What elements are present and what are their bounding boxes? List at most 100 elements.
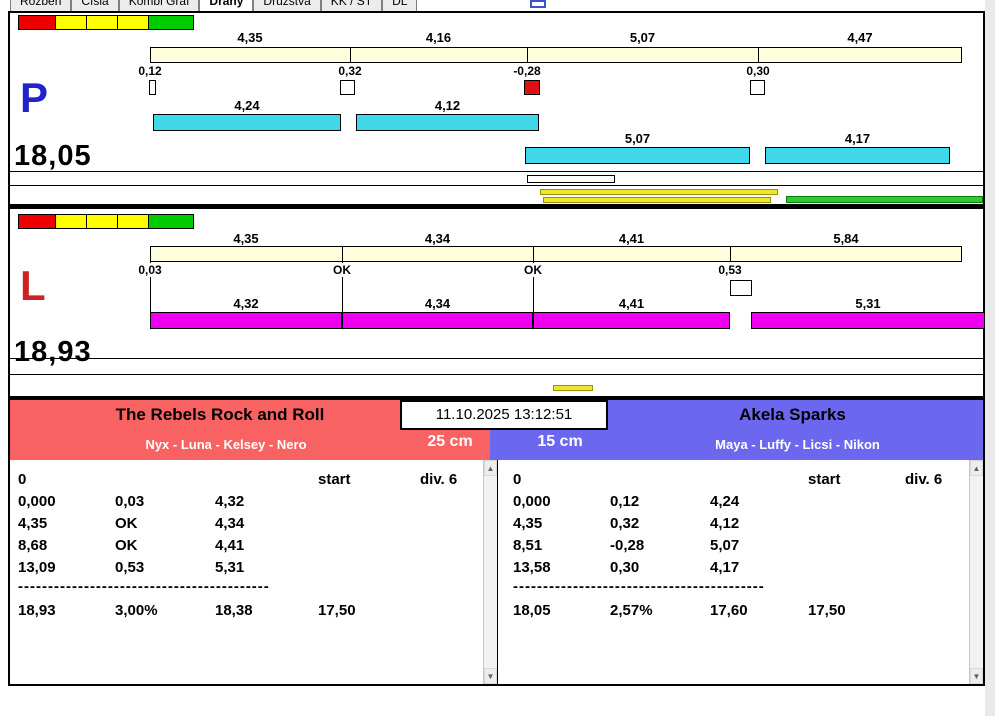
table-cell: 0,53 xyxy=(115,559,145,576)
table-cell: 0,000 xyxy=(513,493,551,510)
team-left-category: 25 cm xyxy=(427,433,473,450)
change-box xyxy=(750,80,765,95)
table-cell: 0,03 xyxy=(115,493,145,510)
reference-time-bar xyxy=(150,47,962,63)
split-time-label: 5,84 xyxy=(833,231,859,246)
delta-label: 0,12 xyxy=(120,64,180,78)
table-cell: 0 xyxy=(513,471,522,488)
status-light-yellow-2 xyxy=(86,214,118,229)
lane-panel-p: 4,35 4,16 5,07 4,47 0,12 0,32 -0,28 0,30… xyxy=(8,11,985,206)
table-cell: 4,32 xyxy=(215,493,245,510)
delta-label: 0,03 xyxy=(120,263,180,277)
split-time-label: 5,07 xyxy=(624,131,651,146)
split-bar-magenta-4 xyxy=(751,312,985,329)
lane-letter-p: P xyxy=(20,74,49,121)
table-cell: 0,32 xyxy=(610,515,640,532)
team-right-name: Akela Sparks xyxy=(739,405,846,424)
bar-divider xyxy=(350,47,351,63)
tab-bar: Rozbeh Čísla Kombi Graf Dráhy Družstva K… xyxy=(8,0,958,11)
split-time-label: 4,35 xyxy=(233,231,259,246)
scroll-up-icon[interactable]: ▲ xyxy=(970,460,983,476)
table-total-cell: 2,57% xyxy=(610,602,653,619)
team-left-name: The Rebels Rock and Roll xyxy=(115,405,325,424)
reference-time-bar xyxy=(150,246,962,262)
change-box xyxy=(149,80,156,95)
table-cell: 4,35 xyxy=(18,515,48,532)
status-light-yellow-1 xyxy=(55,15,87,30)
table-cell: 0,000 xyxy=(18,493,56,510)
delta-label: 0,32 xyxy=(320,64,380,78)
table-cell: 4,24 xyxy=(710,493,740,510)
status-light-green xyxy=(148,15,194,30)
table-cell: 13,58 xyxy=(513,559,551,576)
split-bar-cyan-1 xyxy=(153,114,341,131)
split-time-label: 4,24 xyxy=(234,98,260,113)
delta-label: OK xyxy=(312,263,372,277)
scrollbar[interactable]: ▲ ▼ xyxy=(483,460,497,684)
split-time-label: 4,16 xyxy=(425,30,452,45)
split-time-label: 4,47 xyxy=(847,30,873,45)
status-light-yellow-2 xyxy=(86,15,118,30)
bar-divider xyxy=(342,246,343,262)
table-cell: 0 xyxy=(18,471,27,488)
tab-dl[interactable]: DL xyxy=(382,0,418,11)
table-cell: OK xyxy=(115,515,138,532)
split-time-label: 5,07 xyxy=(629,30,656,45)
tab-druzstva[interactable]: Družstva xyxy=(253,0,321,11)
progress-bar-yellow-1 xyxy=(540,189,778,195)
table-cell: 4,17 xyxy=(710,559,740,576)
table-total-cell: 17,50 xyxy=(808,602,846,619)
split-time-label: 4,34 xyxy=(424,231,451,246)
table-cell: 13,09 xyxy=(18,559,56,576)
split-time-label: 4,41 xyxy=(618,296,645,311)
table-cell: 4,35 xyxy=(513,515,543,532)
split-time-label: 4,17 xyxy=(844,131,871,146)
table-total-cell: 17,50 xyxy=(318,602,356,619)
delta-label: 0,30 xyxy=(728,64,788,78)
table-total-cell: 17,60 xyxy=(710,602,748,619)
table-separator: ----------------------------------------… xyxy=(513,578,765,595)
bar-divider xyxy=(758,47,759,63)
scoreboard-panel: The Rebels Rock and Roll Nyx - Luna - Ke… xyxy=(8,398,985,686)
team-left-members: Nyx - Luna - Kelsey - Nero xyxy=(145,437,307,452)
team-right-category: 15 cm xyxy=(537,433,583,450)
tab-cisla[interactable]: Čísla xyxy=(71,0,119,11)
status-light-yellow-1 xyxy=(55,214,87,229)
table-cell: 8,68 xyxy=(18,537,48,554)
tab-rozbeh[interactable]: Rozbeh xyxy=(10,0,72,11)
split-bar-cyan-2 xyxy=(356,114,539,131)
split-bar-magenta-2 xyxy=(342,312,533,329)
scrollbar[interactable]: ▲ ▼ xyxy=(969,460,983,684)
team-right-members: Maya - Luffy - Licsi - Nikon xyxy=(715,437,880,452)
table-cell: 8,51 xyxy=(513,537,543,554)
lane-panel-l: 4,35 4,34 4,41 5,84 0,03 OK OK 0,53 L 4,… xyxy=(8,206,985,398)
tab-drahy[interactable]: Dráhy xyxy=(199,0,254,11)
split-bar-magenta-3 xyxy=(533,312,730,329)
split-time-label: 4,34 xyxy=(424,296,451,311)
split-time-label: 4,35 xyxy=(237,30,263,45)
divider-line xyxy=(10,374,983,375)
table-cell: -0,28 xyxy=(610,537,645,554)
divider-line xyxy=(10,358,983,359)
split-time-label: 5,31 xyxy=(855,296,881,311)
split-bar-cyan-3 xyxy=(525,147,750,164)
table-cell: 4,12 xyxy=(710,515,740,532)
status-light-yellow-3 xyxy=(117,15,149,30)
tab-kk-st[interactable]: KK / ST xyxy=(320,0,383,11)
table-cell: 4,41 xyxy=(215,537,245,554)
delta-label: OK xyxy=(503,263,563,277)
table-cell: div. 6 xyxy=(420,471,458,488)
bar-divider xyxy=(533,246,534,262)
table-cell: div. 6 xyxy=(905,471,943,488)
progress-bar-yellow xyxy=(553,385,593,391)
status-light-red xyxy=(18,15,56,30)
divider-line xyxy=(10,185,983,186)
tab-kombi-graf[interactable]: Kombi Graf xyxy=(118,0,200,11)
table-cell: 5,31 xyxy=(215,559,245,576)
scroll-down-icon[interactable]: ▼ xyxy=(970,668,983,684)
scroll-down-icon[interactable]: ▼ xyxy=(484,668,497,684)
change-box xyxy=(730,280,752,296)
datetime-display: 11.10.2025 13:12:51 xyxy=(400,400,608,430)
scroll-up-icon[interactable]: ▲ xyxy=(484,460,497,476)
table-total-cell: 3,00% xyxy=(115,602,158,619)
